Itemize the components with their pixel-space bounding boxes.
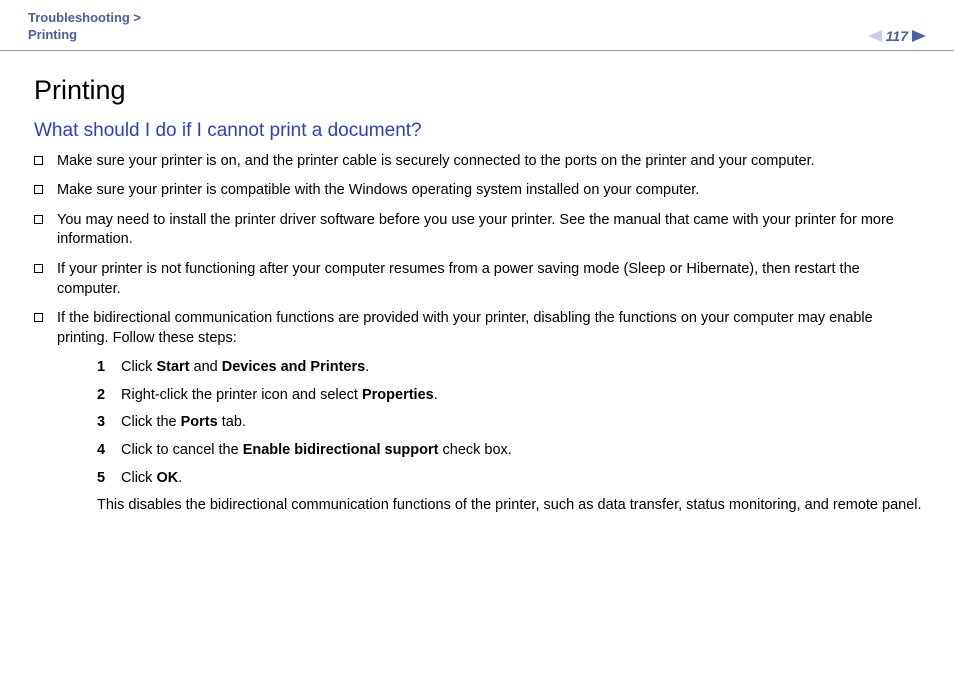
- steps-list: 1 Click Start and Devices and Printers. …: [57, 358, 926, 488]
- bullet-list: Make sure your printer is on, and the pr…: [34, 152, 926, 516]
- step-number: 5: [97, 469, 121, 489]
- step-item: 1 Click Start and Devices and Printers.: [97, 358, 926, 378]
- list-item: If your printer is not functioning after…: [34, 260, 926, 299]
- step-footer-text: This disables the bidirectional communic…: [57, 496, 926, 516]
- list-text: You may need to install the printer driv…: [57, 211, 926, 250]
- step-number: 2: [97, 386, 121, 406]
- bullet-icon: [34, 185, 43, 194]
- page-number: 117: [886, 28, 908, 44]
- list-item: If the bidirectional communication funct…: [34, 309, 926, 516]
- step-item: 4 Click to cancel the Enable bidirection…: [97, 441, 926, 461]
- step-number: 3: [97, 413, 121, 433]
- step-number: 1: [97, 358, 121, 378]
- step-text: Right-click the printer icon and select …: [121, 386, 438, 406]
- step-number: 4: [97, 441, 121, 461]
- list-item: Make sure your printer is compatible wit…: [34, 181, 926, 201]
- list-text: If your printer is not functioning after…: [57, 260, 926, 299]
- content: Printing What should I do if I cannot pr…: [0, 51, 954, 516]
- bullet-icon: [34, 313, 43, 322]
- step-item: 2 Right-click the printer icon and selec…: [97, 386, 926, 406]
- next-page-icon[interactable]: [912, 30, 926, 42]
- list-item: You may need to install the printer driv…: [34, 211, 926, 250]
- page-title: Printing: [34, 75, 926, 106]
- step-text: Click the Ports tab.: [121, 413, 246, 433]
- section-heading: What should I do if I cannot print a doc…: [34, 120, 926, 142]
- list-text: If the bidirectional communication funct…: [57, 310, 873, 346]
- step-item: 3 Click the Ports tab.: [97, 413, 926, 433]
- bullet-icon: [34, 156, 43, 165]
- bullet-icon: [34, 264, 43, 273]
- breadcrumb: Troubleshooting > Printing: [28, 10, 141, 44]
- list-text: Make sure your printer is on, and the pr…: [57, 152, 815, 172]
- bullet-icon: [34, 215, 43, 224]
- prev-page-icon[interactable]: [868, 30, 882, 42]
- page-header: Troubleshooting > Printing 117: [0, 0, 954, 50]
- breadcrumb-line1: Troubleshooting >: [28, 10, 141, 27]
- list-item: Make sure your printer is on, and the pr…: [34, 152, 926, 172]
- step-text: Click to cancel the Enable bidirectional…: [121, 441, 512, 461]
- step-text: Click OK.: [121, 469, 182, 489]
- list-text: Make sure your printer is compatible wit…: [57, 181, 699, 201]
- step-text: Click Start and Devices and Printers.: [121, 358, 369, 378]
- page-nav: 117: [868, 28, 926, 44]
- step-item: 5 Click OK.: [97, 469, 926, 489]
- breadcrumb-line2: Printing: [28, 27, 141, 44]
